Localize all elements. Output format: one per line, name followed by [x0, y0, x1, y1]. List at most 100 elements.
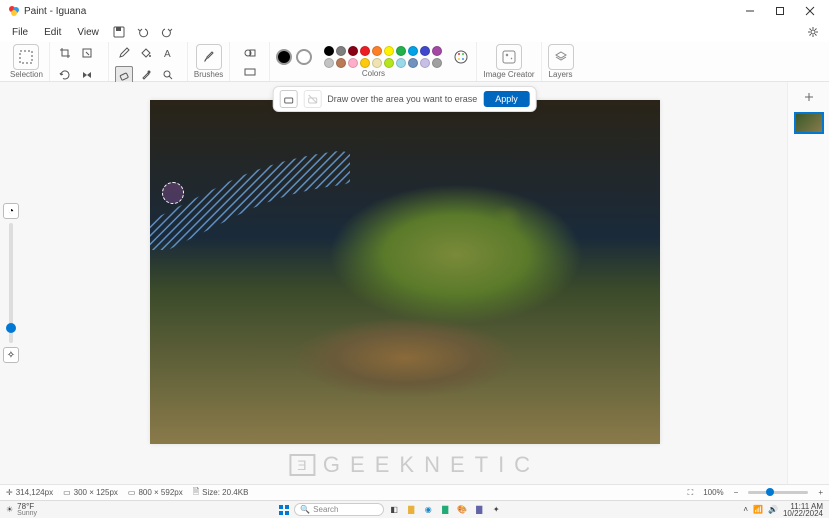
erase-hint-text: Draw over the area you want to erase [327, 94, 477, 104]
copilot-icon[interactable]: ✦ [489, 503, 503, 517]
shapes-icon[interactable] [241, 44, 259, 62]
zoom-out-button[interactable]: − [734, 488, 739, 497]
color-swatch[interactable] [348, 58, 358, 68]
layer-thumbnail[interactable] [794, 112, 824, 134]
color-swatch[interactable] [432, 58, 442, 68]
color-background[interactable] [296, 49, 312, 65]
erase-add-icon[interactable] [279, 90, 297, 108]
fit-screen-icon[interactable]: ⛶ [688, 488, 694, 498]
svg-text:A: A [164, 49, 171, 59]
color-swatch[interactable] [372, 58, 382, 68]
titlebar: Paint - Iguana [0, 0, 829, 22]
ribbon-group-selection: Selection [4, 42, 50, 81]
teams-icon[interactable]: ▇ [472, 503, 486, 517]
text-icon[interactable]: A [159, 44, 177, 62]
status-selection-size: ▭ 300 × 125px [63, 488, 118, 497]
ribbon-label-image-creator: Image Creator [483, 70, 534, 79]
tray-volume-icon[interactable]: 🔊 [768, 505, 778, 514]
ribbon-group-layers: Layers [542, 42, 580, 81]
workarea: ◔ ✧ Draw over the area you want to erase… [0, 82, 829, 484]
color-swatch[interactable] [420, 58, 430, 68]
statusbar: ✛ 314,124px ▭ 300 × 125px ▭ 800 × 592px … [0, 484, 829, 500]
brush-size-slider[interactable] [9, 223, 13, 343]
ribbon-group-brushes: Brushes [188, 42, 230, 81]
color-swatch[interactable] [396, 46, 406, 56]
status-canvas-size: ▭ 800 × 592px [128, 488, 183, 497]
color-swatch[interactable] [408, 58, 418, 68]
erase-remove-icon[interactable] [303, 90, 321, 108]
redo-icon[interactable] [157, 22, 177, 42]
crop-icon[interactable] [56, 44, 74, 62]
rail-extra-button[interactable]: ✧ [3, 347, 19, 363]
store-icon[interactable]: ▇ [438, 503, 452, 517]
left-rail: ◔ ✧ [0, 82, 22, 484]
image-creator-button[interactable] [496, 44, 522, 70]
color-swatch[interactable] [336, 46, 346, 56]
color-swatch[interactable] [360, 58, 370, 68]
fill-icon[interactable] [137, 44, 155, 62]
weather-temp: 78°F [17, 503, 37, 510]
taskbar-search[interactable]: 🔍Search [294, 503, 384, 516]
menu-edit[interactable]: Edit [36, 22, 69, 42]
paint-taskbar-icon[interactable]: 🎨 [455, 503, 469, 517]
color-swatch[interactable] [360, 46, 370, 56]
zoom-in-button[interactable]: + [818, 488, 823, 497]
color-swatch[interactable] [420, 46, 430, 56]
pencil-icon[interactable] [115, 44, 133, 62]
brushes-button[interactable] [196, 44, 222, 70]
edit-colors-icon[interactable] [452, 48, 470, 66]
canvas-area: Draw over the area you want to erase App… [22, 82, 787, 484]
start-button[interactable] [277, 503, 291, 517]
color-swatch[interactable] [408, 46, 418, 56]
color-swatch[interactable] [396, 58, 406, 68]
color-swatch[interactable] [348, 46, 358, 56]
color-swatch[interactable] [432, 46, 442, 56]
menu-file[interactable]: File [4, 22, 36, 42]
resize-icon[interactable] [78, 44, 96, 62]
window-title: Paint - Iguana [24, 6, 86, 17]
paint-app-icon [8, 5, 20, 17]
eraser-cursor [162, 182, 184, 204]
explorer-icon[interactable]: ▇ [404, 503, 418, 517]
tray-wifi-icon[interactable]: 📶 [753, 505, 763, 514]
edge-icon[interactable]: ◉ [421, 503, 435, 517]
apply-button[interactable]: Apply [483, 91, 530, 107]
menu-view[interactable]: View [69, 22, 107, 42]
ribbon-label-selection: Selection [10, 70, 43, 79]
color-swatch[interactable] [324, 58, 334, 68]
save-icon[interactable] [109, 22, 129, 42]
color-swatch[interactable] [372, 46, 382, 56]
zoom-slider[interactable] [748, 491, 808, 494]
ribbon: Selection Image A Tools Brushes [0, 42, 829, 82]
undo-icon[interactable] [133, 22, 153, 42]
tray-chevron-icon[interactable]: ˄ [743, 505, 748, 514]
close-button[interactable] [795, 0, 825, 22]
layers-button[interactable] [548, 44, 574, 70]
add-layer-icon[interactable] [800, 88, 818, 106]
taskbar-weather[interactable]: ☀ 78°F Sunny [6, 503, 37, 517]
selection-tool[interactable] [13, 44, 39, 70]
ribbon-group-colors: Colors [270, 42, 477, 81]
settings-icon[interactable] [803, 22, 823, 42]
brush-size-icon[interactable]: ◔ [3, 203, 19, 219]
color-swatch[interactable] [384, 46, 394, 56]
search-placeholder: Search [313, 505, 338, 514]
color-foreground[interactable] [276, 49, 292, 65]
minimize-button[interactable] [735, 0, 765, 22]
canvas[interactable] [150, 100, 660, 444]
ribbon-label-layers: Layers [549, 70, 573, 79]
color-swatch[interactable] [324, 46, 334, 56]
task-view-icon[interactable]: ◧ [387, 503, 401, 517]
weather-icon: ☀ [6, 505, 13, 514]
weather-desc: Sunny [17, 510, 37, 517]
color-palette [324, 46, 442, 68]
status-file-size: 🗎 Size: 20.4KB [193, 486, 249, 500]
status-cursor-pos: ✛ 314,124px [6, 488, 53, 497]
color-swatch[interactable] [336, 58, 346, 68]
taskbar: ☀ 78°F Sunny 🔍Search ◧ ▇ ◉ ▇ 🎨 ▇ ✦ ˄ 📶 🔊… [0, 500, 829, 518]
ribbon-group-tools: A Tools [109, 42, 188, 81]
maximize-button[interactable] [765, 0, 795, 22]
menubar: File Edit View [0, 22, 829, 42]
outline-icon[interactable] [241, 64, 259, 82]
color-swatch[interactable] [384, 58, 394, 68]
